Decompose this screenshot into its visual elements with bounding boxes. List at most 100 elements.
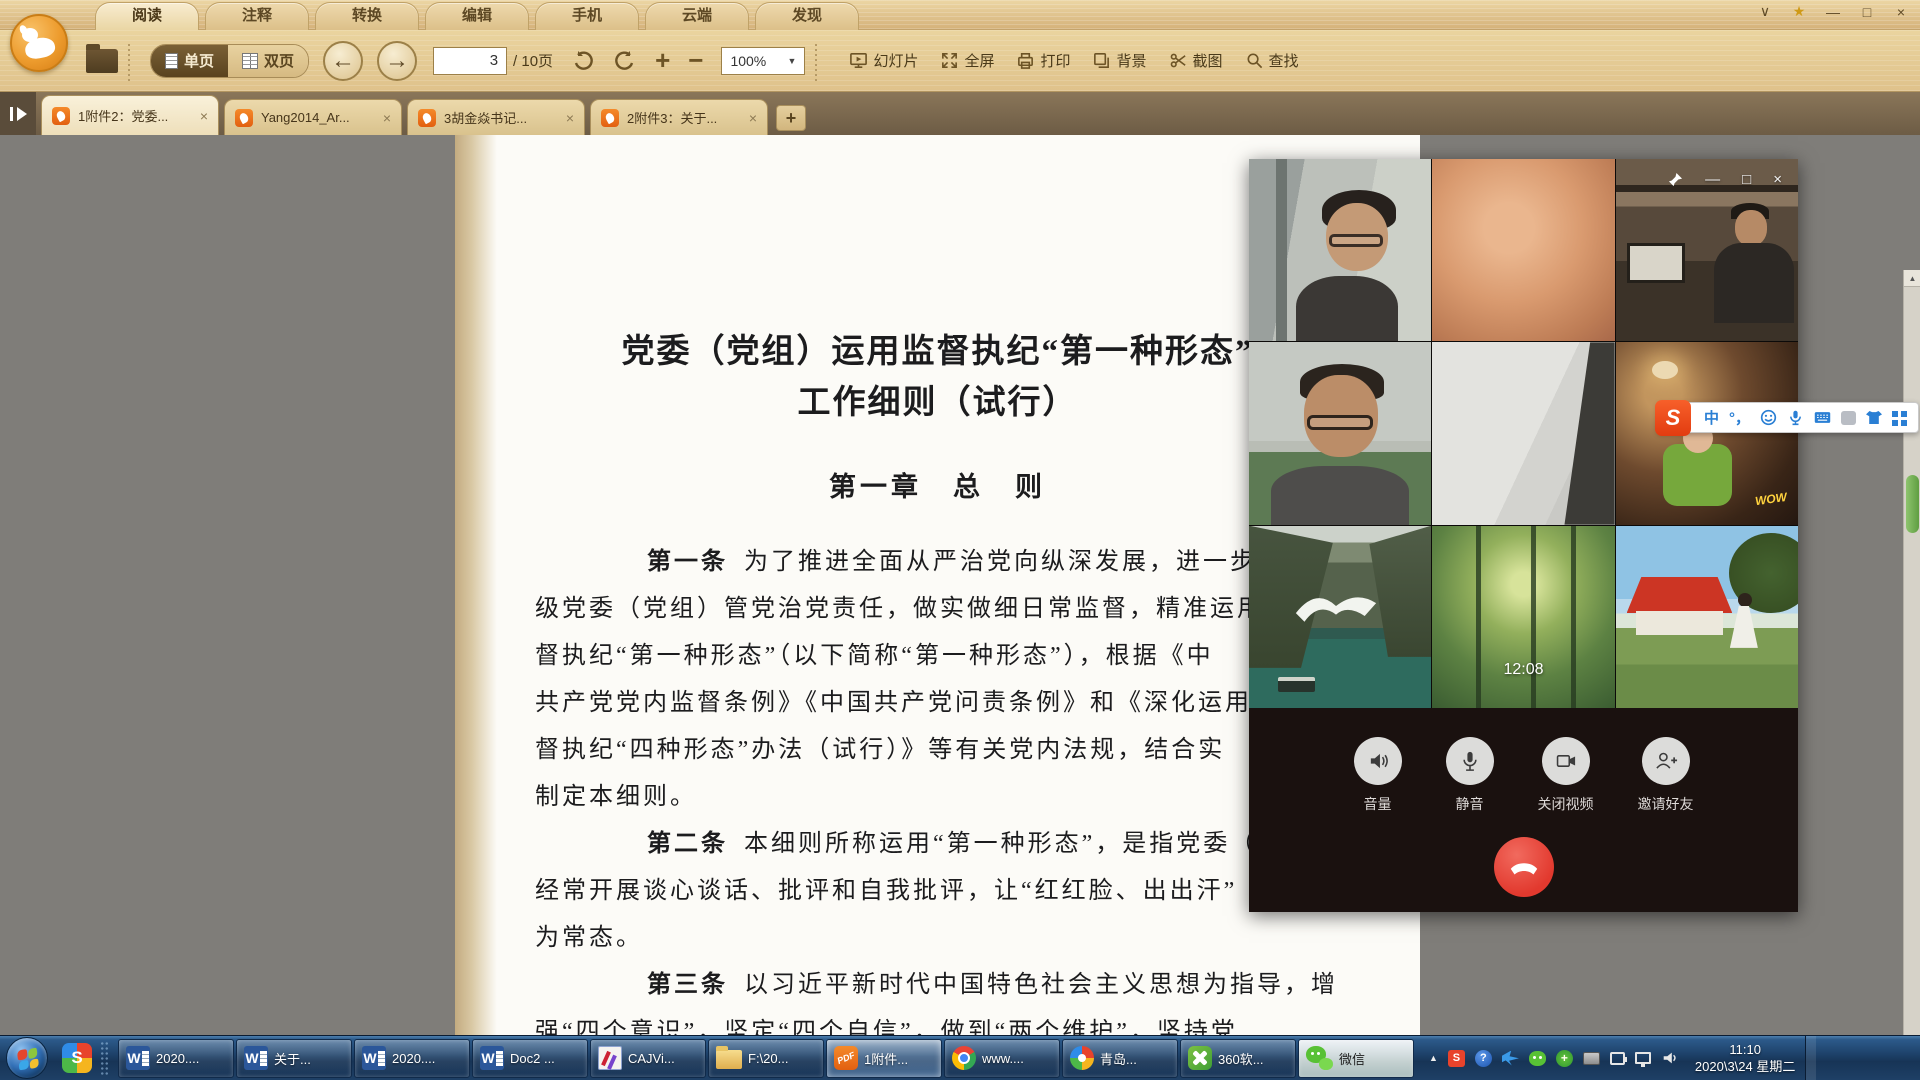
- collapse-toolbar-icon[interactable]: ∨: [1756, 3, 1774, 20]
- video-tile-1[interactable]: [1249, 159, 1431, 341]
- network-tray-icon[interactable]: [1635, 1052, 1651, 1064]
- maximize-button[interactable]: □: [1858, 4, 1876, 20]
- taskbar-clock[interactable]: 11:10 2020\3\24 星期二: [1695, 1041, 1795, 1075]
- bird-tray-icon[interactable]: [1502, 1051, 1519, 1066]
- menu-tab-read[interactable]: 阅读: [95, 2, 199, 30]
- video-tile-6[interactable]: WOW: [1616, 342, 1798, 524]
- menu-tab-mobile[interactable]: 手机: [535, 2, 639, 30]
- help-tray-icon[interactable]: ?: [1475, 1050, 1492, 1067]
- hang-up-button[interactable]: [1494, 837, 1554, 897]
- video-tile-8[interactable]: 12:08: [1432, 526, 1614, 708]
- wechat-tray-icon[interactable]: [1529, 1051, 1546, 1066]
- redo-button[interactable]: [613, 49, 637, 73]
- jisu-pdf-logo-icon[interactable]: [10, 14, 68, 72]
- chinese-mode-icon[interactable]: 中: [1704, 407, 1719, 428]
- menu-tab-convert[interactable]: 转换: [315, 2, 419, 30]
- soft-keyboard-icon[interactable]: [1814, 409, 1831, 426]
- task-word-1[interactable]: W 2020....: [118, 1039, 234, 1078]
- menu-tab-edit[interactable]: 编辑: [425, 2, 529, 30]
- doc-tab-2[interactable]: Yang2014_Ar... ×: [224, 99, 402, 135]
- single-page-button[interactable]: 单页: [151, 45, 228, 77]
- antivirus-tray-icon[interactable]: +: [1556, 1050, 1573, 1067]
- slideshow-button[interactable]: 幻灯片: [849, 50, 918, 71]
- invite-friends-button[interactable]: 邀请好友: [1638, 737, 1694, 814]
- zoom-out-button[interactable]: −: [688, 45, 703, 76]
- volume-button[interactable]: 音量: [1354, 737, 1402, 814]
- toolbar-separator: [815, 41, 817, 81]
- maximize-icon[interactable]: □: [1742, 171, 1751, 188]
- screenshot-button[interactable]: 截图: [1169, 50, 1223, 71]
- menu-tab-discover[interactable]: 发现: [755, 2, 859, 30]
- sidebar-toggle-button[interactable]: [0, 92, 36, 135]
- close-tab-icon[interactable]: ×: [566, 110, 574, 126]
- close-icon[interactable]: ×: [1773, 171, 1782, 188]
- undo-button[interactable]: [571, 49, 595, 73]
- close-tab-icon[interactable]: ×: [383, 110, 391, 126]
- close-tab-icon[interactable]: ×: [749, 110, 757, 126]
- toolbox-icon[interactable]: [1892, 411, 1898, 417]
- doc-tab-4[interactable]: 2附件3：关于... ×: [590, 99, 768, 135]
- task-pdf-reader[interactable]: PDF 1附件...: [826, 1039, 942, 1078]
- video-tile-7[interactable]: [1249, 526, 1431, 708]
- emoji-icon[interactable]: [1760, 409, 1777, 426]
- background-button[interactable]: 背景: [1092, 50, 1146, 71]
- doc-tab-label: Yang2014_Ar...: [261, 110, 375, 125]
- vertical-scrollbar[interactable]: ▲: [1903, 270, 1920, 1080]
- video-tile-5[interactable]: [1432, 342, 1614, 524]
- handwriting-icon[interactable]: [1841, 411, 1856, 425]
- task-wechat[interactable]: 微信: [1298, 1039, 1414, 1078]
- close-button[interactable]: ×: [1892, 4, 1910, 20]
- menu-tab-annotate[interactable]: 注释: [205, 2, 309, 30]
- mute-button[interactable]: 静音: [1446, 737, 1494, 814]
- doc-tab-1[interactable]: 1附件2：党委... ×: [41, 95, 219, 135]
- lamp-glow-shape: [1652, 361, 1678, 379]
- pin-icon[interactable]: [1668, 172, 1683, 187]
- page-number-input[interactable]: [433, 47, 507, 75]
- close-tab-icon[interactable]: ×: [200, 108, 208, 124]
- task-360-software[interactable]: 360软...: [1180, 1039, 1296, 1078]
- open-file-button[interactable]: [86, 49, 118, 73]
- video-tile-9[interactable]: [1616, 526, 1798, 708]
- new-tab-button[interactable]: +: [776, 105, 806, 131]
- task-word-3[interactable]: W 2020....: [354, 1039, 470, 1078]
- close-video-button[interactable]: 关闭视频: [1538, 737, 1594, 814]
- task-label: www....: [982, 1051, 1024, 1066]
- vip-promo-icon[interactable]: ★: [1790, 3, 1808, 20]
- zoom-in-button[interactable]: +: [655, 45, 670, 76]
- person-silhouette: [1730, 606, 1758, 648]
- task-word-2[interactable]: W 关于...: [236, 1039, 352, 1078]
- roof-shape: [1627, 577, 1733, 613]
- touchpad-tray-icon[interactable]: [1583, 1052, 1600, 1065]
- menu-tab-cloud[interactable]: 云端: [645, 2, 749, 30]
- find-button[interactable]: 查找: [1245, 50, 1299, 71]
- sogou-tray-icon[interactable]: S: [1448, 1050, 1465, 1067]
- task-browser-360[interactable]: 青岛...: [1062, 1039, 1178, 1078]
- scroll-up-arrow-icon[interactable]: ▲: [1904, 270, 1920, 287]
- voice-input-icon[interactable]: [1787, 409, 1804, 426]
- zoom-level-select[interactable]: 100% ▼: [721, 47, 805, 75]
- next-page-button[interactable]: →: [377, 41, 417, 81]
- previous-page-button[interactable]: ←: [323, 41, 363, 81]
- speaker-tray-icon[interactable]: [1661, 1049, 1679, 1067]
- task-cajviewer[interactable]: CAJVi...: [590, 1039, 706, 1078]
- show-desktop-button[interactable]: [1805, 1036, 1816, 1080]
- battery-tray-icon[interactable]: [1610, 1052, 1625, 1065]
- skin-icon[interactable]: [1866, 411, 1882, 424]
- punctuation-mode-icon[interactable]: °，: [1729, 407, 1750, 428]
- task-explorer-folder[interactable]: F:\20...: [708, 1039, 824, 1078]
- minimize-icon[interactable]: —: [1705, 171, 1720, 188]
- show-hidden-icons-button[interactable]: ▲: [1429, 1053, 1438, 1063]
- sogou-logo-icon[interactable]: S: [1655, 400, 1691, 436]
- video-tile-4[interactable]: [1249, 342, 1431, 524]
- video-tile-2[interactable]: [1432, 159, 1614, 341]
- print-button[interactable]: 打印: [1016, 50, 1070, 71]
- start-button[interactable]: [6, 1037, 48, 1079]
- doc-tab-3[interactable]: 3胡金焱书记... ×: [407, 99, 585, 135]
- scrollbar-thumb[interactable]: [1906, 475, 1919, 533]
- double-page-button[interactable]: 双页: [228, 45, 308, 77]
- minimize-button[interactable]: —: [1824, 4, 1842, 20]
- task-chrome[interactable]: www....: [944, 1039, 1060, 1078]
- sogou-pinyin-taskbar-icon[interactable]: S: [62, 1043, 92, 1073]
- fullscreen-button[interactable]: 全屏: [940, 50, 994, 71]
- task-word-4[interactable]: W Doc2 ...: [472, 1039, 588, 1078]
